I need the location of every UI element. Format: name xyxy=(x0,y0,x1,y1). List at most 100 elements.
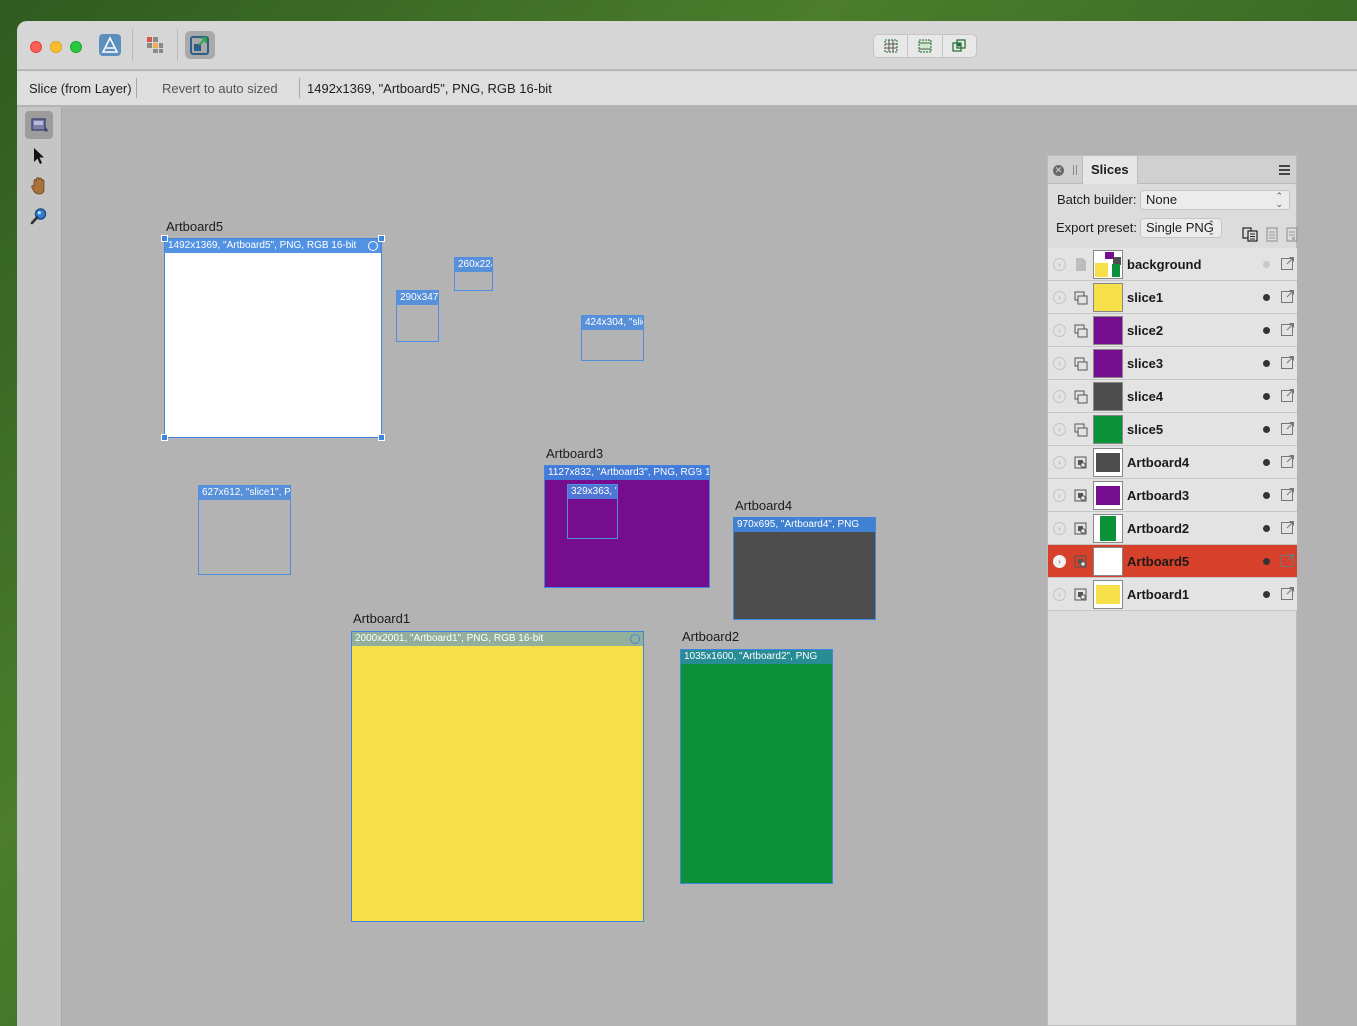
slice-tool-icon xyxy=(31,118,48,132)
designer-persona-button[interactable] xyxy=(95,31,125,59)
slice-row-artboard4[interactable]: › Artboard4 xyxy=(1048,446,1297,479)
export-toggle-dot[interactable] xyxy=(1263,294,1270,301)
export-persona-button[interactable] xyxy=(185,31,215,59)
close-panel-icon[interactable]: ✕ xyxy=(1053,165,1064,176)
export-toggle-dot[interactable] xyxy=(1263,525,1270,532)
expand-chevron-icon[interactable]: › xyxy=(1053,423,1066,436)
export-toggle-dot[interactable] xyxy=(1263,492,1270,499)
slice-row-background[interactable]: › background xyxy=(1048,248,1297,281)
move-tool-button[interactable] xyxy=(25,142,53,170)
slice-thumbnail xyxy=(1093,547,1123,576)
artboard4-slice-ring-icon[interactable] xyxy=(862,520,872,530)
snap-frame-icon xyxy=(918,39,932,53)
export-preset-label: Export preset: xyxy=(1056,220,1137,235)
pixel-persona-icon xyxy=(147,37,163,53)
expand-chevron-icon[interactable]: › xyxy=(1053,489,1066,502)
resize-handle[interactable] xyxy=(378,434,385,441)
paste-preset-icon[interactable] xyxy=(1264,226,1280,242)
revert-auto-size-button[interactable]: Revert to auto sized xyxy=(162,81,278,96)
slice-row-slice5[interactable]: › slice5 xyxy=(1048,413,1297,446)
export-toggle-dot[interactable] xyxy=(1263,591,1270,598)
slice-tool-button[interactable] xyxy=(25,111,53,139)
resize-handle[interactable] xyxy=(161,235,168,242)
slice-row-artboard5[interactable]: › Artboard5 xyxy=(1048,545,1297,578)
slice-name-label: slice3 xyxy=(1127,356,1164,371)
panel-menu-icon[interactable] xyxy=(1279,165,1290,175)
snap-geometry-button[interactable] xyxy=(943,35,976,57)
expand-chevron-icon[interactable]: › xyxy=(1053,456,1066,469)
export-toggle-dot[interactable] xyxy=(1263,393,1270,400)
export-slice-icon[interactable] xyxy=(1280,454,1295,469)
chevron-updown-icon: ⌃ ⌄ xyxy=(1207,219,1215,237)
zoom-tool-button[interactable] xyxy=(25,202,53,230)
expand-chevron-icon[interactable]: › xyxy=(1053,324,1066,337)
expand-chevron-icon[interactable]: › xyxy=(1053,291,1066,304)
slice-627x612[interactable]: 627x612, "slice1", PNG xyxy=(198,485,291,575)
artboard4-label: Artboard4 xyxy=(735,498,793,513)
export-slice-icon[interactable] xyxy=(1280,289,1295,304)
slice-row-slice2[interactable]: › slice2 xyxy=(1048,314,1297,347)
artboard4[interactable]: 970x695, "Artboard4", PNG xyxy=(733,517,876,620)
export-slice-icon[interactable] xyxy=(1280,586,1295,601)
expand-chevron-icon[interactable]: › xyxy=(1053,357,1066,370)
slice-thumbnail xyxy=(1093,580,1123,609)
export-slice-icon[interactable] xyxy=(1280,388,1295,403)
snap-frame-button[interactable] xyxy=(908,35,943,57)
copy-preset-icon[interactable] xyxy=(1242,226,1258,242)
export-toggle-dot[interactable] xyxy=(1263,459,1270,466)
artboard1-slice-ring-icon[interactable] xyxy=(630,634,640,644)
export-slice-icon[interactable] xyxy=(1280,520,1295,535)
export-toggle-dot[interactable] xyxy=(1263,360,1270,367)
slice-260x224[interactable]: 260x224, "slice5" xyxy=(454,257,493,291)
zoom-tool-icon xyxy=(30,208,47,225)
slice-424x304[interactable]: 424x304, "slice3" xyxy=(581,315,644,361)
artboard1[interactable]: 2000x2001, "Artboard1", PNG, RGB 16-bit xyxy=(351,631,644,922)
slice-row-slice3[interactable]: › slice3 xyxy=(1048,347,1297,380)
export-slice-icon[interactable] xyxy=(1280,355,1295,370)
artboard3-info: 1127x832, "Artboard3", PNG, RGB 16-bit xyxy=(545,466,709,480)
expand-chevron-icon[interactable]: › xyxy=(1053,390,1066,403)
delete-preset-icon[interactable] xyxy=(1284,226,1300,242)
resize-handle[interactable] xyxy=(378,235,385,242)
minimize-window-button[interactable] xyxy=(50,41,62,53)
slice-row-slice4[interactable]: › slice4 xyxy=(1048,380,1297,413)
slice-row-artboard2[interactable]: › Artboard2 xyxy=(1048,512,1297,545)
pixel-persona-button[interactable] xyxy=(140,31,170,59)
panel-grip-icon[interactable] xyxy=(1073,165,1077,175)
artboard2[interactable]: 1035x1600, "Artboard2", PNG xyxy=(680,649,833,884)
export-toggle-dot[interactable] xyxy=(1263,327,1270,334)
maximize-window-button[interactable] xyxy=(70,41,82,53)
artboard5[interactable]: 1492x1369, "Artboard5", PNG, RGB 16-bit xyxy=(164,238,382,438)
export-toggle-dot[interactable] xyxy=(1263,261,1270,268)
slice-thumbnail xyxy=(1093,349,1123,378)
batch-builder-select[interactable]: None ⌃ ⌄ xyxy=(1140,190,1290,210)
export-slice-icon[interactable] xyxy=(1280,487,1295,502)
slice-row-artboard3[interactable]: › Artboard3 xyxy=(1048,479,1297,512)
export-toggle-dot[interactable] xyxy=(1263,558,1270,565)
slice-name-label: slice4 xyxy=(1127,389,1164,404)
artboard-type-icon xyxy=(1074,588,1087,601)
slice-row-artboard1[interactable]: › Artboard1 xyxy=(1048,578,1297,611)
expand-chevron-icon[interactable]: › xyxy=(1053,588,1066,601)
close-window-button[interactable] xyxy=(30,41,42,53)
slice-thumbnail xyxy=(1093,481,1123,510)
slice-290x347[interactable]: 290x347, "slice4" xyxy=(396,290,439,342)
export-preset-select[interactable]: Single PNG ⌃ ⌄ xyxy=(1140,218,1222,238)
export-slice-icon[interactable] xyxy=(1280,553,1295,568)
artboard5-slice-ring-icon[interactable] xyxy=(368,241,378,251)
expand-chevron-icon[interactable]: › xyxy=(1053,258,1066,271)
expand-chevron-icon[interactable]: › xyxy=(1053,555,1066,568)
resize-handle[interactable] xyxy=(161,434,168,441)
tab-slices[interactable]: Slices xyxy=(1082,156,1138,184)
hand-tool-button[interactable] xyxy=(25,172,53,200)
slice-329x363[interactable]: 329x363, "slice2" xyxy=(567,484,618,539)
snap-grid-button[interactable] xyxy=(874,35,909,57)
export-slice-icon[interactable] xyxy=(1280,322,1295,337)
export-toggle-dot[interactable] xyxy=(1263,426,1270,433)
export-slice-icon[interactable] xyxy=(1280,421,1295,436)
artboard3-slice-ring-icon[interactable] xyxy=(696,468,706,478)
selection-info-label: 1492x1369, "Artboard5", PNG, RGB 16-bit xyxy=(307,81,552,96)
expand-chevron-icon[interactable]: › xyxy=(1053,522,1066,535)
export-slice-icon[interactable] xyxy=(1280,256,1295,271)
slice-row-slice1[interactable]: › slice1 xyxy=(1048,281,1297,314)
